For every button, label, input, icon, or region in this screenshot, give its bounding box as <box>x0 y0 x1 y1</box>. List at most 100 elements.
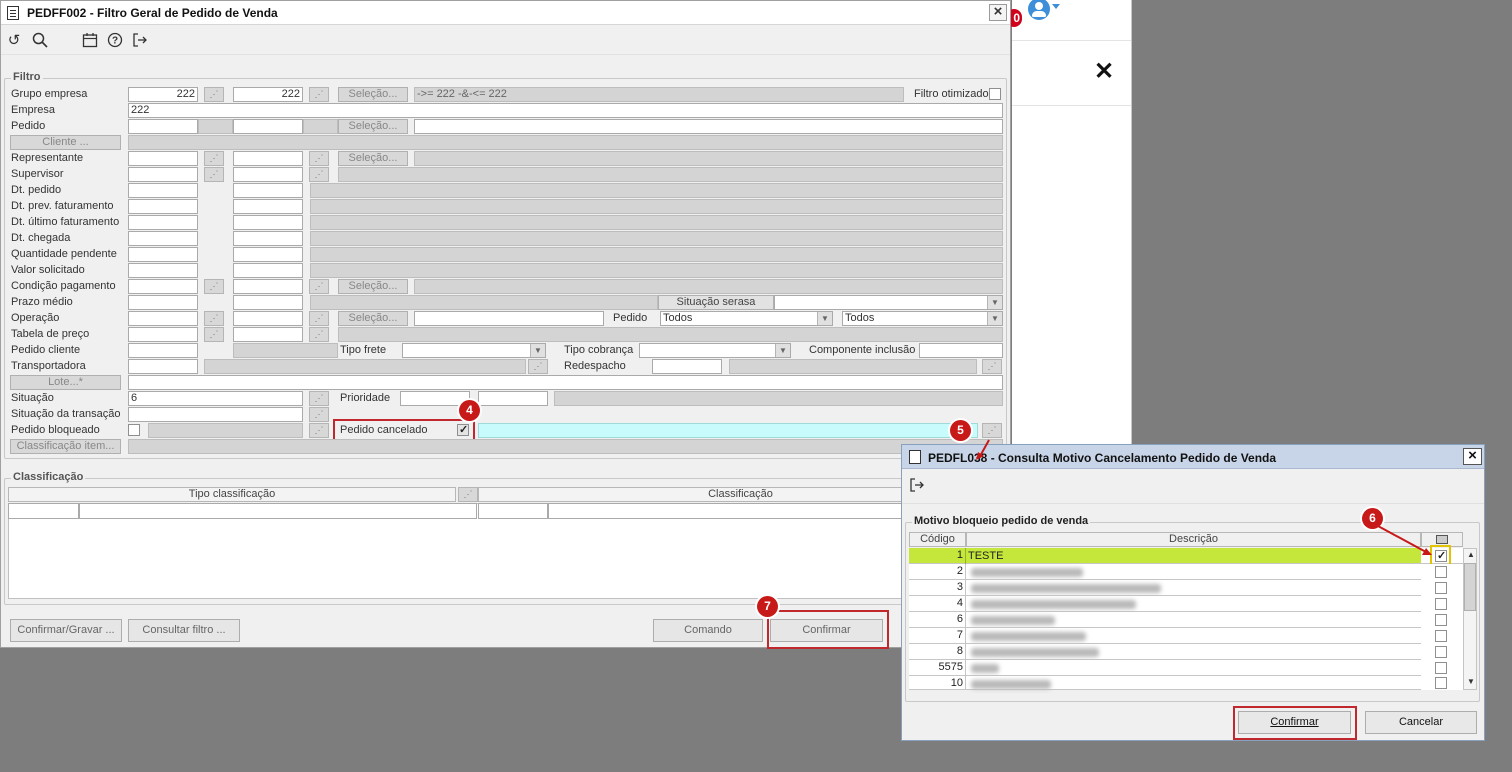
operacao-selecao-button[interactable]: Seleção... <box>338 311 408 326</box>
row-checkbox[interactable] <box>1435 630 1447 642</box>
condicao-pagamento-selecao-button[interactable]: Seleção... <box>338 279 408 294</box>
table-row[interactable]: 3 <box>909 580 1421 596</box>
supervisor-to-lookup-button[interactable]: ⋰ <box>309 167 329 182</box>
valor-solicitado-from-input[interactable] <box>128 263 198 278</box>
consultar-filtro-button[interactable]: Consultar filtro ... <box>128 619 240 642</box>
dialog-close-button[interactable]: × <box>1463 448 1482 465</box>
operacao-from-input[interactable] <box>128 311 198 326</box>
prazo-medio-from-input[interactable] <box>128 295 198 310</box>
classificacao-item-button[interactable]: Classificação item... <box>10 439 121 454</box>
cliente-button[interactable]: Cliente ... <box>10 135 121 150</box>
close-icon[interactable]: ✕ <box>1094 60 1114 84</box>
pedido-bloqueado-lookup-button[interactable]: ⋰ <box>309 423 329 438</box>
prazo-medio-to-input[interactable] <box>233 295 303 310</box>
pedido-cancelado-motivo-input[interactable] <box>478 423 978 438</box>
situacao-transacao-lookup-button[interactable]: ⋰ <box>309 407 329 422</box>
condicao-pagamento-to-lookup-button[interactable]: ⋰ <box>309 279 329 294</box>
redespacho-input[interactable] <box>652 359 722 374</box>
grupo-empresa-lookup-button[interactable]: ⋰ <box>204 87 224 102</box>
table-row[interactable]: 4 <box>909 596 1421 612</box>
situacao-input[interactable]: 6 <box>128 391 303 406</box>
prioridade-to-input[interactable] <box>478 391 548 406</box>
confirmar-gravar-button[interactable]: Confirmar/Gravar ... <box>10 619 122 642</box>
grupo-empresa-from-input[interactable]: 222 <box>128 87 198 102</box>
column-header-descricao[interactable]: Descrição <box>966 532 1421 547</box>
pedido-selecao-button[interactable]: Seleção... <box>338 119 408 134</box>
situacao-serasa-dropdown[interactable]: ▼ <box>774 295 1003 310</box>
quantidade-pendente-to-input[interactable] <box>233 247 303 262</box>
grupo-empresa-selecao-button[interactable]: Seleção... <box>338 87 408 102</box>
table-row[interactable]: 10 <box>909 676 1421 690</box>
componente-inclusao-input[interactable] <box>919 343 1003 358</box>
situacao-transacao-input[interactable] <box>128 407 303 422</box>
supervisor-to-input[interactable] <box>233 167 303 182</box>
scroll-down-icon[interactable]: ▼ <box>1467 677 1475 686</box>
dt-chegada-to-input[interactable] <box>233 231 303 246</box>
calendar-icon[interactable] <box>81 32 99 50</box>
row-checkbox[interactable] <box>1435 598 1447 610</box>
comando-button[interactable]: Comando <box>653 619 763 642</box>
dt-prev-faturamento-from-input[interactable] <box>128 199 198 214</box>
pedido-tipo-dropdown[interactable]: Todos ▼ <box>660 311 833 326</box>
pedido-expression-input[interactable] <box>414 119 1003 134</box>
operacao-expression-input[interactable] <box>414 311 604 326</box>
table-row[interactable]: 2 <box>909 564 1421 580</box>
row-checkbox[interactable] <box>1435 614 1447 626</box>
grupo-empresa-to-lookup-button[interactable]: ⋰ <box>309 87 329 102</box>
scroll-up-icon[interactable]: ▲ <box>1467 550 1475 559</box>
classification-cell[interactable] <box>79 503 477 519</box>
condicao-pagamento-from-input[interactable] <box>128 279 198 294</box>
pedido-to-input[interactable] <box>233 119 303 134</box>
empresa-input[interactable]: 222 <box>128 103 1003 118</box>
operacao-to-input[interactable] <box>233 311 303 326</box>
redespacho-lookup-button[interactable]: ⋰ <box>982 359 1002 374</box>
representante-lookup-button[interactable]: ⋰ <box>204 151 224 166</box>
search-icon[interactable] <box>31 32 49 50</box>
pedido-from-input[interactable] <box>128 119 198 134</box>
tabela-preco-to-input[interactable] <box>233 327 303 342</box>
operacao-lookup-button[interactable]: ⋰ <box>204 311 224 326</box>
supervisor-lookup-button[interactable]: ⋰ <box>204 167 224 182</box>
table-row[interactable]: 8 <box>909 644 1421 660</box>
situacao-lookup-button[interactable]: ⋰ <box>309 391 329 406</box>
classification-cell[interactable] <box>478 503 548 519</box>
tipo-cobranca-dropdown[interactable]: ▼ <box>639 343 791 358</box>
filtro-otimizado-checkbox[interactable] <box>989 88 1001 100</box>
dt-chegada-from-input[interactable] <box>128 231 198 246</box>
column-header-tipo-classificacao[interactable]: Tipo classificação <box>8 487 456 502</box>
classification-cell[interactable] <box>8 503 79 519</box>
transportadora-lookup-button[interactable]: ⋰ <box>528 359 548 374</box>
dt-ultimo-faturamento-from-input[interactable] <box>128 215 198 230</box>
pedido-cliente-input[interactable] <box>128 343 198 358</box>
help-icon[interactable]: ? <box>106 32 124 50</box>
table-row[interactable]: 6 <box>909 612 1421 628</box>
exit-icon[interactable] <box>908 477 926 495</box>
row-checkbox[interactable] <box>1435 662 1447 674</box>
condicao-pagamento-to-input[interactable] <box>233 279 303 294</box>
grupo-empresa-to-input[interactable]: 222 <box>233 87 303 102</box>
valor-solicitado-to-input[interactable] <box>233 263 303 278</box>
row-checkbox[interactable] <box>1435 582 1447 594</box>
representante-to-lookup-button[interactable]: ⋰ <box>309 151 329 166</box>
row-checkbox[interactable] <box>1435 677 1447 689</box>
table-row[interactable]: 5575 <box>909 660 1421 676</box>
table-row[interactable]: 7 <box>909 628 1421 644</box>
lote-input[interactable] <box>128 375 1003 390</box>
dt-pedido-from-input[interactable] <box>128 183 198 198</box>
pedido-tipo-dropdown-2[interactable]: Todos ▼ <box>842 311 1003 326</box>
supervisor-from-input[interactable] <box>128 167 198 182</box>
exit-icon[interactable] <box>131 32 149 50</box>
operacao-to-lookup-button[interactable]: ⋰ <box>309 311 329 326</box>
lote-button[interactable]: Lote...* <box>10 375 121 390</box>
tabela-preco-from-input[interactable] <box>128 327 198 342</box>
column-header-codigo[interactable]: Código <box>909 532 966 547</box>
tabela-preco-to-lookup-button[interactable]: ⋰ <box>309 327 329 342</box>
vertical-scrollbar[interactable]: ▲ ▼ <box>1463 548 1477 690</box>
row-checkbox[interactable] <box>1435 646 1447 658</box>
representante-selecao-button[interactable]: Seleção... <box>338 151 408 166</box>
tipo-classificacao-lookup-button[interactable]: ⋰ <box>458 487 478 502</box>
condicao-pagamento-lookup-button[interactable]: ⋰ <box>204 279 224 294</box>
chevron-down-icon[interactable] <box>1052 4 1060 9</box>
dialog-cancelar-button[interactable]: Cancelar <box>1365 711 1477 734</box>
dt-ultimo-faturamento-to-input[interactable] <box>233 215 303 230</box>
